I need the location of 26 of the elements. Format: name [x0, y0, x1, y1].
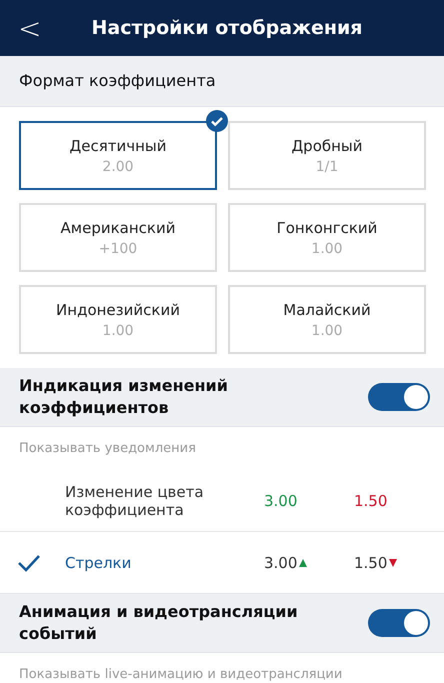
check-badge-icon — [206, 110, 228, 132]
up-arrow-icon — [299, 558, 308, 566]
format-option[interactable]: Американский +100 — [19, 203, 217, 272]
format-option[interactable]: Малайский 1.00 — [228, 285, 426, 354]
back-button[interactable]: < — [0, 12, 56, 44]
section-hint: Показывать live-анимацию и видеотрансляции — [18, 666, 344, 683]
screen-title: Настройки отображения — [91, 17, 362, 39]
checkmark-icon — [16, 554, 40, 572]
section-title: Анимация и видеотрансляции событий — [19, 601, 299, 645]
option-label: Стрелки — [65, 554, 132, 572]
odds-value: 1.50 — [354, 492, 388, 510]
format-option[interactable]: Гонконгский 1.00 — [228, 203, 426, 272]
format-option[interactable]: Индонезийский 1.00 — [19, 285, 217, 354]
format-option[interactable]: Десятичный 2.00 — [19, 121, 217, 190]
toggle-switch[interactable] — [368, 383, 430, 411]
option-row[interactable]: Изменение цвета коэффициента 3.00 1.50 — [0, 470, 444, 532]
option-label: Изменение цвета коэффициента — [65, 482, 205, 518]
odds-value: 3.00 — [264, 492, 298, 510]
toggle-switch[interactable] — [368, 609, 430, 637]
format-option[interactable]: Дробный 1/1 — [228, 121, 426, 190]
odds-value: 1.50 — [354, 554, 388, 572]
section-hint: Показывать уведомления — [18, 440, 197, 458]
down-arrow-icon — [389, 558, 398, 566]
odds-value: 3.00 — [264, 554, 298, 572]
section-title: Формат коэффициента — [19, 70, 216, 92]
section-title: Индикация изменений коэффициентов — [19, 375, 229, 419]
